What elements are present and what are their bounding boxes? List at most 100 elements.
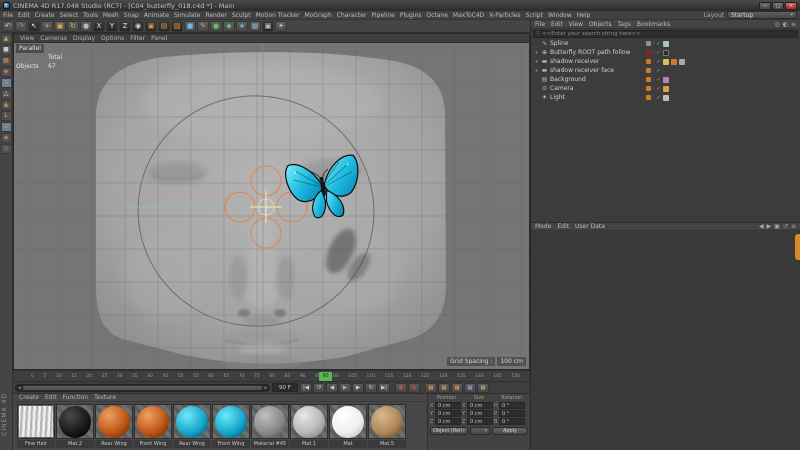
layer-chip[interactable] [646,41,651,46]
panel-side-tab[interactable] [795,234,800,260]
coord-mode-dropdown[interactable]: Object (Rel) ▾ [430,427,468,435]
material-preview[interactable] [95,404,133,439]
record-position-toggle[interactable]: ▦ [425,383,437,393]
om-menu-item[interactable]: Tags [618,21,631,28]
layer-chip[interactable] [646,86,651,91]
om-menu-item[interactable]: File [535,21,545,28]
menu-item[interactable]: File [3,12,13,19]
material-preview[interactable] [251,404,289,439]
record-parameter-toggle[interactable]: ▦ [464,383,476,393]
enable-check-icon[interactable]: ✓ [656,77,660,83]
material-preview[interactable] [329,404,367,439]
protection-tag[interactable] [663,86,669,92]
object-search[interactable]: ▽ [533,30,798,38]
quantize-icon[interactable]: ◇ [1,144,12,154]
lock-x-axis-icon[interactable]: X [93,21,105,32]
visibility-dots[interactable]: ∶ [653,41,654,46]
om-menu-item[interactable]: Objects [589,21,612,28]
material-item[interactable]: Mat.5 [368,404,406,448]
array-icon[interactable]: ▦ [249,21,261,32]
particles-icon[interactable]: ∗ [236,21,248,32]
size-field[interactable]: 0 cm [467,410,493,417]
viewport-canvas[interactable]: Parallel Total Objects67 Grid Spacing : … [14,43,529,369]
rotate-icon[interactable]: ↻ [67,21,79,32]
move-icon[interactable]: + [41,21,53,32]
coord-blank-dropdown[interactable]: ▾ [470,427,490,435]
record-keyframe-button[interactable]: ● [395,383,407,393]
next-key-button[interactable]: ↻ [365,383,377,393]
layer-chip[interactable] [646,59,651,64]
target-tag[interactable] [663,95,669,101]
align-to-spline-tag[interactable] [663,41,669,47]
material-preview[interactable] [56,404,94,439]
lock-icon[interactable]: ◐ [783,21,788,28]
enable-check-icon[interactable]: ✓ [656,86,660,92]
lock-icon[interactable]: ▣ [774,223,780,230]
am-menu-item[interactable]: Edit [557,223,569,230]
expand-caret[interactable]: + [534,68,539,74]
enable-check-icon[interactable]: ✓ [656,59,660,65]
lock-y-axis-icon[interactable]: Y [106,21,118,32]
material-item[interactable]: Material #45 [251,404,289,448]
material-preview[interactable] [212,404,250,439]
om-menu-item[interactable]: Edit [551,21,563,28]
expand-caret[interactable]: + [534,50,539,56]
object-row-butterfly-root[interactable]: + ⊕ Butterfly ROOT path follow ∶✓ [531,48,800,57]
coordinate-system-icon[interactable]: ◉ [132,21,144,32]
menu-item[interactable]: Plugins [400,12,422,19]
menu-item[interactable]: Help [577,12,591,19]
minimize-button[interactable]: − [759,2,771,10]
viewport-menu-item[interactable]: Filter [130,35,145,42]
menu-item[interactable]: Motion Tracker [256,12,300,19]
viewport[interactable]: ViewCamerasDisplayOptionsFilterPanel [13,33,530,370]
goto-start-button[interactable]: |◀ [300,383,312,393]
range-right-handle[interactable]: ▸ [264,385,267,392]
enable-check-icon[interactable]: ✓ [656,95,660,101]
material-item[interactable]: Mat.2 [56,404,94,448]
scale-icon[interactable]: ▣ [54,21,66,32]
range-left-handle[interactable]: ◂ [18,385,21,392]
layer-chip[interactable] [646,68,651,73]
camera-icon[interactable]: ▣ [262,21,274,32]
back-arrow-icon[interactable]: ◀ [759,223,764,230]
panel-menu-icon[interactable]: ≡ [791,223,796,230]
model-mode-icon[interactable]: ■ [1,45,12,55]
snap-icon[interactable]: ∪ [1,122,12,132]
viewport-menu-item[interactable]: View [20,35,34,42]
material-menu-item[interactable]: Create [19,394,39,401]
material-item[interactable]: Front Wing [212,404,250,448]
render-settings-icon[interactable]: ▧ [171,21,183,32]
viewport-menu-item[interactable]: Panel [151,35,167,42]
texture-tag[interactable] [663,59,669,65]
keyframe-selection-toggle[interactable]: ▦ [477,383,489,393]
position-field[interactable]: 0 cm [435,402,461,409]
size-field[interactable]: 0 cm [467,418,493,425]
material-preview[interactable] [134,404,172,439]
edges-mode-icon[interactable]: △ [1,89,12,99]
play-button[interactable]: ▶ [339,383,351,393]
simulate-icon[interactable]: ◆ [223,21,235,32]
am-menu-item[interactable]: Mode [535,223,551,230]
enable-check-icon[interactable]: ✓ [656,50,660,56]
menu-item[interactable]: Octane [426,12,448,19]
rotation-field[interactable]: 0 ° [499,418,525,425]
menu-item[interactable]: Script [526,12,543,19]
render-view-icon[interactable]: ▣ [145,21,157,32]
last-tool-icon[interactable]: ● [80,21,92,32]
om-menu-item[interactable]: Bookmarks [637,21,671,28]
menu-item[interactable]: Edit [18,12,30,19]
search-input[interactable] [542,31,795,37]
goto-end-button[interactable]: ▶| [378,383,390,393]
material-menu-item[interactable]: Edit [45,394,57,401]
menu-item[interactable]: Create [35,12,55,19]
rotation-field[interactable]: 0 ° [499,402,525,409]
close-button[interactable]: × [785,2,797,10]
object-row-shadow-receiver-face[interactable]: + ▬ shadow receiver face ∶✓ [531,66,800,75]
preview-range-slider[interactable]: ◂ ▸ [15,384,270,392]
menu-item[interactable]: Render [205,12,226,19]
primitive-cube-icon[interactable]: ■ [184,21,196,32]
size-field[interactable]: 0 cm [467,402,493,409]
material-menu-item[interactable]: Function [63,394,89,401]
record-rotation-toggle[interactable]: ▦ [451,383,463,393]
xpresso-tag[interactable] [663,50,669,56]
